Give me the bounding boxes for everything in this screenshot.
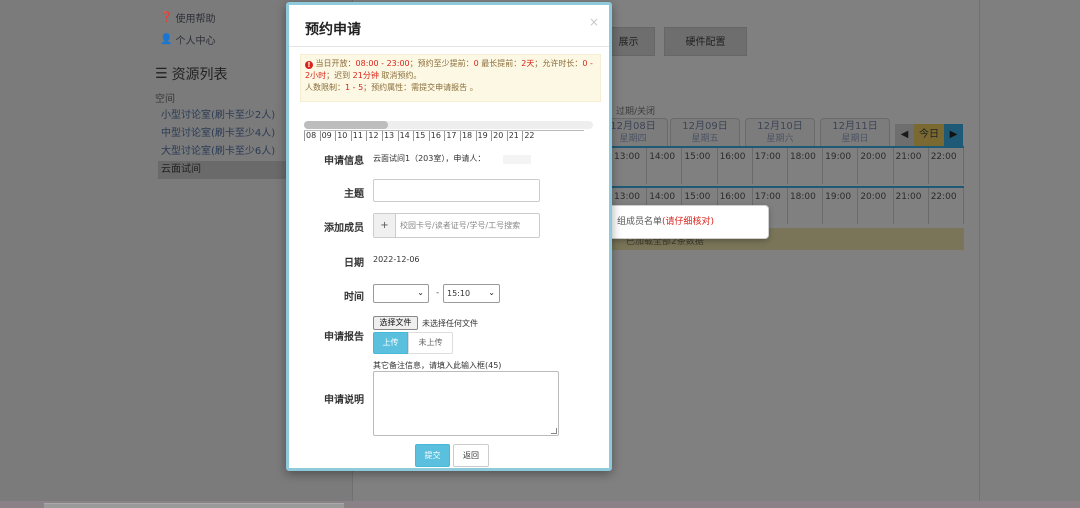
- time-slot[interactable]: 18:00: [788, 188, 824, 224]
- time-slot[interactable]: 20:00: [858, 188, 894, 224]
- hour-tick: 15: [413, 131, 429, 141]
- hour-tick: 20: [491, 131, 507, 141]
- time-separator: -: [436, 288, 440, 298]
- add-member-group: + 校园卡号/读者证号/学号/工号搜索: [373, 213, 540, 238]
- booking-modal: 预约申请 × ! 当日开放：08:00 - 23:00；预约至少提前：0 最长提…: [286, 2, 612, 471]
- day-tab-1209[interactable]: 12月09日 星期五: [670, 118, 740, 146]
- hour-tick: 09: [319, 131, 336, 141]
- time-slot[interactable]: 21:00: [894, 148, 929, 184]
- hour-tick: 17: [444, 131, 460, 141]
- back-button[interactable]: 返回: [453, 444, 489, 467]
- subject-label: 主题: [344, 189, 364, 200]
- not-uploaded-button[interactable]: 未上传: [408, 332, 453, 354]
- chevron-down-icon: ⌄: [417, 288, 424, 297]
- submit-button[interactable]: 提交: [415, 444, 450, 467]
- time-row: 13:00 14:00 15:00 16:00 17:00 18:00 19:0…: [612, 146, 964, 184]
- time-usage-fill: [304, 121, 388, 129]
- start-time-select[interactable]: ⌄: [373, 284, 429, 303]
- profile-link[interactable]: 👤 个人中心: [160, 32, 215, 47]
- space-label: 空间: [155, 94, 175, 105]
- day-tab-1211[interactable]: 12月11日 星期日: [820, 118, 890, 146]
- report-label: 申请报告: [324, 332, 364, 343]
- date-label: 日期: [344, 258, 364, 269]
- time-slot[interactable]: 19:00: [823, 188, 859, 224]
- hour-tick: 12: [366, 131, 382, 141]
- chevron-down-icon: ⌄: [488, 288, 495, 297]
- description-label: 申请说明: [324, 395, 364, 406]
- modal-header: 预约申请 ×: [289, 5, 609, 47]
- time-usage-track: [304, 121, 593, 129]
- time-slot[interactable]: 21:00: [894, 188, 929, 224]
- resource-list-heading: ☰ 资源列表: [155, 66, 228, 83]
- hour-tick: 18: [459, 131, 476, 141]
- time-slot[interactable]: 14:00: [647, 148, 683, 184]
- hour-tick: 21: [506, 131, 523, 141]
- file-status: 未选择任何文件: [422, 319, 478, 328]
- time-label: 时间: [344, 292, 364, 303]
- modal-title: 预约申请: [305, 22, 361, 38]
- time-slot[interactable]: 15:00: [682, 148, 718, 184]
- today-button[interactable]: 今日: [914, 124, 944, 146]
- list-icon: ☰: [155, 66, 168, 82]
- help-link[interactable]: ❓ 使用帮助: [160, 10, 215, 25]
- bottom-bar: [44, 503, 344, 508]
- day-tab-1210[interactable]: 12月10日 星期六: [745, 118, 815, 146]
- room-item-large[interactable]: 大型讨论室(刷卡至少6人): [158, 143, 288, 161]
- end-time-select[interactable]: 15:10 ⌄: [443, 284, 500, 303]
- time-slot[interactable]: 20:00: [858, 148, 894, 184]
- time-slot[interactable]: 19:00: [823, 148, 859, 184]
- bottom-strip: [0, 501, 1080, 508]
- hour-tick: 13: [381, 131, 398, 141]
- room-item-medium[interactable]: 中型讨论室(刷卡至少4人): [158, 125, 288, 143]
- time-slot[interactable]: 22:00: [929, 188, 964, 224]
- applicant-name: [503, 155, 531, 164]
- tab-hardware[interactable]: 硬件配置: [664, 27, 747, 56]
- member-search-input[interactable]: 校园卡号/读者证号/学号/工号搜索: [396, 214, 539, 237]
- hour-tick: 19: [475, 131, 492, 141]
- exclamation-circle-icon: !: [305, 61, 313, 69]
- room-item-small[interactable]: 小型讨论室(刷卡至少2人): [158, 107, 288, 125]
- hour-tick: 10: [335, 131, 351, 141]
- subject-input[interactable]: [373, 179, 540, 202]
- prev-day-button[interactable]: ◀: [895, 124, 914, 146]
- add-member-label: 添加成员: [324, 223, 364, 234]
- info-value: 云面试间1（203室），申请人：: [373, 154, 486, 163]
- member-list-popover: 组成员名单(请仔细核对): [598, 205, 769, 239]
- remark-hint: 其它备注信息，请填入此输入框(45): [373, 361, 502, 370]
- time-slot[interactable]: 13:00: [612, 148, 648, 184]
- hour-tick: 22: [522, 131, 538, 141]
- choose-file-button[interactable]: 选择文件: [373, 316, 418, 330]
- booking-rules-notice: ! 当日开放：08:00 - 23:00；预约至少提前：0 最长提前：2天；允许…: [300, 54, 601, 102]
- description-textarea[interactable]: [373, 371, 559, 436]
- hour-tick: 14: [397, 131, 414, 141]
- closed-legend: 过期/关闭: [616, 107, 656, 117]
- time-slot[interactable]: 16:00: [718, 148, 753, 184]
- plus-icon[interactable]: +: [374, 214, 396, 237]
- hour-tick: 11: [350, 131, 367, 141]
- info-label: 申请信息: [324, 156, 364, 167]
- resize-grip-icon[interactable]: [551, 428, 557, 434]
- time-slot[interactable]: 22:00: [929, 148, 964, 184]
- next-day-button[interactable]: ▶: [944, 124, 963, 146]
- time-slot[interactable]: 18:00: [788, 148, 824, 184]
- hour-tick: 08: [304, 131, 320, 141]
- close-icon[interactable]: ×: [589, 15, 599, 29]
- user-icon: 👤: [160, 34, 173, 45]
- time-slot[interactable]: 17:00: [753, 148, 788, 184]
- hour-scale: 08 09 10 11 12 13 14 15 16 17 18 19 20 2…: [304, 130, 584, 141]
- upload-button[interactable]: 上传: [373, 332, 408, 354]
- date-value: 2022-12-06: [373, 255, 420, 264]
- hour-tick: 16: [428, 131, 445, 141]
- question-circle-icon: ❓: [160, 12, 173, 23]
